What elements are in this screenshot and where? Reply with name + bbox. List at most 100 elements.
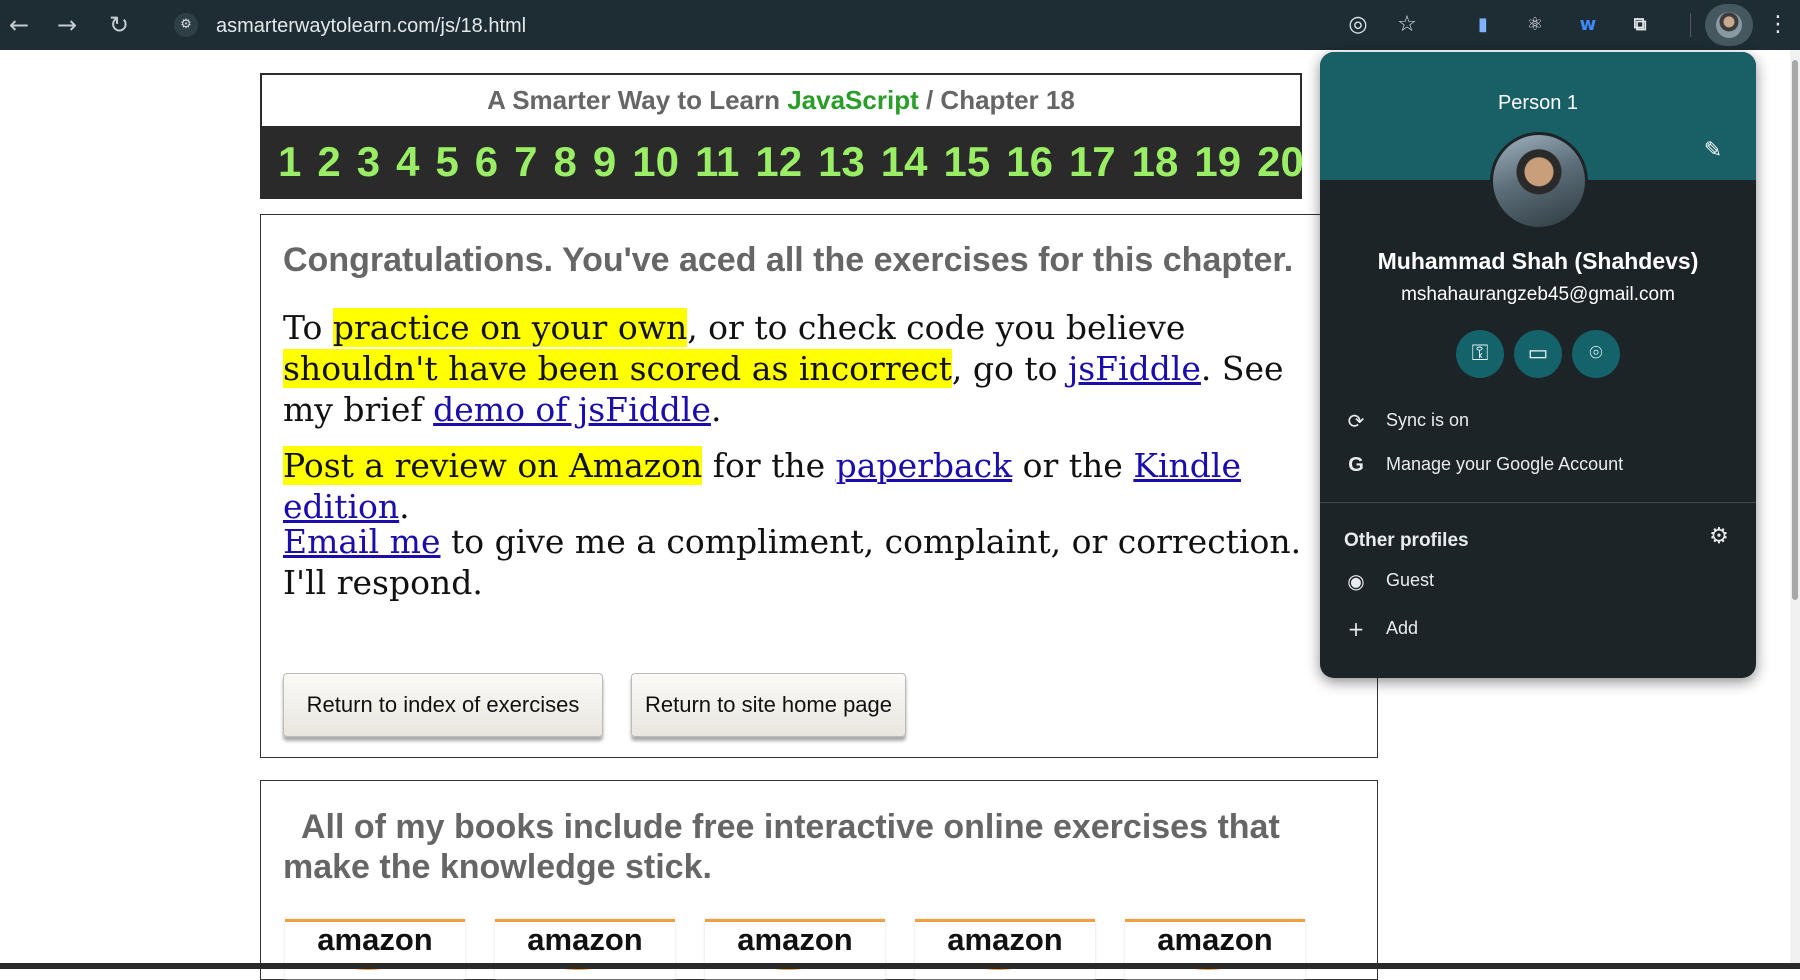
other-profiles-heading: Other profiles <box>1344 530 1469 551</box>
profile-button[interactable] <box>1705 4 1753 46</box>
divider <box>1320 502 1756 503</box>
highlight: practice on your own <box>332 308 688 347</box>
guest-profile-row[interactable]: ◉ Guest <box>1320 561 1756 601</box>
profile-popup: Person 1 ✎ Muhammad Shah (Shahdevs) msha… <box>1320 52 1756 678</box>
jsfiddle-demo-link[interactable]: demo of jsFiddle <box>433 390 711 429</box>
amazon-label: amazon <box>737 922 853 957</box>
highlight: Post a review on Amazon <box>283 446 703 485</box>
scrollbar-thumb[interactable] <box>1792 60 1798 600</box>
amazon-link[interactable]: amazon <box>705 919 885 979</box>
account-full-name: Muhammad Shah (Shahdevs) <box>1377 248 1699 274</box>
chapter-link-2[interactable]: 2 <box>317 138 340 186</box>
password-key-icon[interactable]: ⚿ <box>1456 330 1504 378</box>
email-link[interactable]: Email me <box>283 522 440 561</box>
review-paragraph: Post a review on Amazon for the paperbac… <box>283 445 1313 527</box>
manage-account-label: Manage your Google Account <box>1386 454 1624 474</box>
profile-name: Person 1 <box>1497 92 1579 114</box>
amazon-label: amazon <box>317 922 433 957</box>
manage-account-row[interactable]: G Manage your Google Account <box>1320 445 1756 485</box>
chapter-link-4[interactable]: 4 <box>396 138 419 186</box>
chapter-link-5[interactable]: 5 <box>435 138 458 186</box>
chapter-link-14[interactable]: 14 <box>881 138 928 186</box>
sync-label: Sync is on <box>1386 410 1470 430</box>
text: . <box>710 390 722 429</box>
amazon-label: amazon <box>947 922 1063 957</box>
google-g-icon: G <box>1348 454 1364 476</box>
paperback-link[interactable]: paperback <box>836 446 1013 485</box>
congrats-heading: Congratulations. You've aced all the exe… <box>283 241 1294 279</box>
books-panel: All of my books include free interactive… <box>260 780 1378 980</box>
browser-toolbar: ← → ↻ ⚙ asmarterwaytolearn.com/js/18.htm… <box>0 0 1800 50</box>
site-header: A Smarter Way to Learn JavaScript / Chap… <box>260 73 1304 199</box>
back-icon[interactable]: ← <box>4 10 34 40</box>
add-profile-row[interactable]: + Add <box>1320 609 1756 649</box>
amazon-label: amazon <box>1157 922 1273 957</box>
title-javascript: JavaScript <box>787 85 919 115</box>
chapter-link-17[interactable]: 17 <box>1069 138 1116 186</box>
text: To <box>283 308 333 347</box>
reload-icon[interactable]: ↻ <box>104 10 134 40</box>
guest-label: Guest <box>1386 570 1435 590</box>
email-paragraph: Email me to give me a compliment, compla… <box>283 521 1313 603</box>
return-home-button[interactable]: Return to site home page <box>631 673 906 737</box>
edit-pencil-icon[interactable]: ✎ <box>1698 136 1728 166</box>
text: for the <box>702 446 836 485</box>
chapter-link-13[interactable]: 13 <box>818 138 865 186</box>
chapter-link-8[interactable]: 8 <box>554 138 577 186</box>
wordtune-extension-icon[interactable]: w <box>1573 10 1603 40</box>
chapter-link-11[interactable]: 11 <box>695 138 739 186</box>
chapter-nav: 1 2 3 4 5 6 7 8 9 10 11 12 13 14 15 16 17 18 19 20 <box>262 126 1304 198</box>
amazon-label: amazon <box>527 922 643 957</box>
result-panel: Congratulations. You've aced all the exe… <box>260 214 1378 758</box>
add-label: Add <box>1386 618 1419 638</box>
jsfiddle-link[interactable]: jsFiddle <box>1068 349 1201 388</box>
books-text: All of my books include free interactive… <box>283 808 1280 886</box>
forward-icon[interactable]: → <box>52 10 82 40</box>
sync-row[interactable]: ⟳ Sync is on <box>1320 401 1756 441</box>
star-icon[interactable]: ☆ <box>1392 10 1422 40</box>
text: or the <box>1012 446 1134 485</box>
eye-off-icon[interactable]: ◎ <box>1343 10 1373 40</box>
docs-extension-icon[interactable]: ▮ <box>1468 10 1498 40</box>
chapter-link-15[interactable]: 15 <box>944 138 991 186</box>
chapter-link-19[interactable]: 19 <box>1194 138 1241 186</box>
chapter-link-16[interactable]: 16 <box>1006 138 1053 186</box>
chapter-link-18[interactable]: 18 <box>1132 138 1179 186</box>
highlight: shouldn't have been scored as incorrect <box>283 349 952 388</box>
react-extension-icon[interactable]: ⚛ <box>1520 10 1550 40</box>
chapter-link-20[interactable]: 20 <box>1257 138 1304 186</box>
practice-paragraph: To practice on your own, or to check cod… <box>283 307 1313 430</box>
chapter-link-9[interactable]: 9 <box>593 138 616 186</box>
amazon-link[interactable]: amazon <box>1125 919 1305 979</box>
guest-user-icon: ◉ <box>1347 569 1365 593</box>
amazon-link[interactable]: amazon <box>915 919 1095 979</box>
return-index-button[interactable]: Return to index of exercises <box>283 673 603 737</box>
gear-icon[interactable]: ⚙ <box>1704 522 1734 552</box>
extensions-puzzle-icon[interactable]: ⧉ <box>1625 10 1655 40</box>
title-suffix: / Chapter 18 <box>918 85 1075 115</box>
avatar <box>1716 12 1742 38</box>
profile-avatar <box>1490 132 1588 230</box>
page-title: A Smarter Way to Learn JavaScript / Chap… <box>262 75 1300 127</box>
text: , go to <box>951 349 1068 388</box>
toolbar-divider <box>1690 13 1691 37</box>
chapter-link-7[interactable]: 7 <box>514 138 537 186</box>
plus-icon: + <box>1347 617 1365 641</box>
text: , or to check code you believe <box>687 308 1186 347</box>
amazon-link[interactable]: amazon <box>495 919 675 979</box>
site-info-icon[interactable]: ⚙ <box>174 13 198 37</box>
chapter-link-10[interactable]: 10 <box>632 138 679 186</box>
url-text[interactable]: asmarterwaytolearn.com/js/18.html <box>216 15 526 38</box>
address-bar[interactable]: ⚙ asmarterwaytolearn.com/js/18.html <box>162 6 1357 44</box>
account-email: mshahaurangzeb45@gmail.com <box>1401 284 1675 305</box>
more-menu-icon[interactable]: ⋮ <box>1766 10 1790 40</box>
amazon-link[interactable]: amazon <box>285 919 465 979</box>
address-pin-icon[interactable]: ⌾ <box>1572 330 1620 378</box>
bottom-edge <box>0 963 1800 969</box>
chapter-link-3[interactable]: 3 <box>357 138 380 186</box>
chapter-link-1[interactable]: 1 <box>278 138 301 186</box>
payment-card-icon[interactable]: ▭ <box>1514 330 1562 378</box>
chapter-link-6[interactable]: 6 <box>475 138 498 186</box>
sync-icon: ⟳ <box>1347 409 1365 433</box>
chapter-link-12[interactable]: 12 <box>755 138 802 186</box>
